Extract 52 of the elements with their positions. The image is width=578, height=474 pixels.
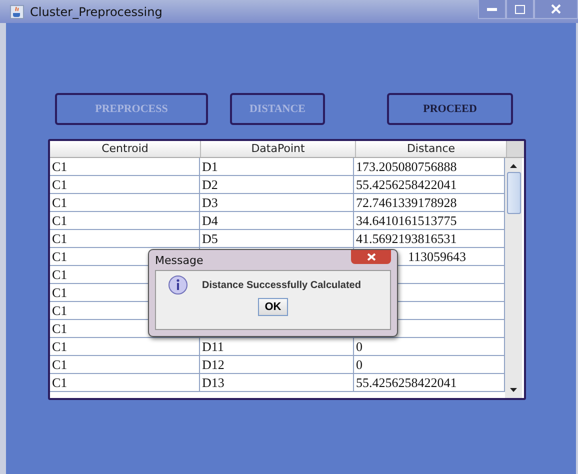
table-cell: D4: [202, 213, 218, 228]
action-button[interactable]: PROCEED: [387, 93, 513, 125]
window-title: Cluster_Preprocessing: [30, 4, 162, 18]
table-cell: 0: [356, 339, 362, 354]
table-cell: C1: [52, 267, 68, 282]
table-cell: C1: [52, 357, 68, 372]
table-cell: C1: [52, 249, 68, 264]
table-cell: 34.6410161513775: [356, 213, 457, 228]
close-icon: [366, 253, 376, 261]
table-cell: C1: [52, 195, 68, 210]
java-cup-icon: [10, 4, 24, 18]
table-cell: 55.4256258422041: [356, 375, 457, 390]
scroll-thumb[interactable]: [507, 172, 521, 214]
table-cell: D13: [202, 375, 224, 390]
maximize-button[interactable]: [506, 0, 534, 19]
scroll-down-icon[interactable]: [509, 387, 518, 393]
minimize-button[interactable]: [478, 0, 506, 19]
table-cell: C1: [52, 303, 68, 318]
table-cell: 41.5692193816531: [356, 231, 457, 246]
dialog-title: Message: [155, 254, 204, 266]
table-cell: C1: [52, 213, 68, 228]
column-header[interactable]: Centroid: [50, 141, 201, 157]
table-cell: 113059643: [408, 249, 466, 264]
table-cell: C1: [52, 321, 68, 336]
table-cell: C1: [52, 375, 68, 390]
table-cell: 173.205080756888: [356, 159, 457, 174]
header-corner: [507, 141, 524, 157]
close-icon: [551, 4, 561, 14]
table-cell: D3: [202, 195, 218, 210]
table-cell: D1: [202, 159, 218, 174]
table-cell: D11: [202, 339, 224, 354]
table-cell: 55.4256258422041: [356, 177, 457, 192]
close-button[interactable]: [534, 0, 578, 19]
minimize-icon: [487, 8, 497, 10]
ok-button[interactable]: OK: [258, 298, 288, 316]
scroll-up-icon[interactable]: [509, 163, 518, 169]
table-cell: C1: [52, 177, 68, 192]
table-cell: 72.7461339178928: [356, 195, 457, 210]
info-icon: [168, 275, 188, 295]
maximize-icon: [515, 4, 525, 14]
table-cell: C1: [52, 285, 68, 300]
scrollbar[interactable]: [505, 158, 522, 398]
table-cell: C1: [52, 231, 68, 246]
table-cell: D5: [202, 231, 218, 246]
column-header[interactable]: DataPoint: [201, 141, 356, 157]
table-cell: C1: [52, 339, 68, 354]
table-cell: D2: [202, 177, 218, 192]
close-button[interactable]: [351, 250, 391, 264]
table-cell: D12: [202, 357, 224, 372]
table-cell: 0: [356, 357, 362, 372]
table-cell: C1: [52, 159, 68, 174]
dialog-message: Distance Successfully Calculated: [202, 280, 361, 290]
